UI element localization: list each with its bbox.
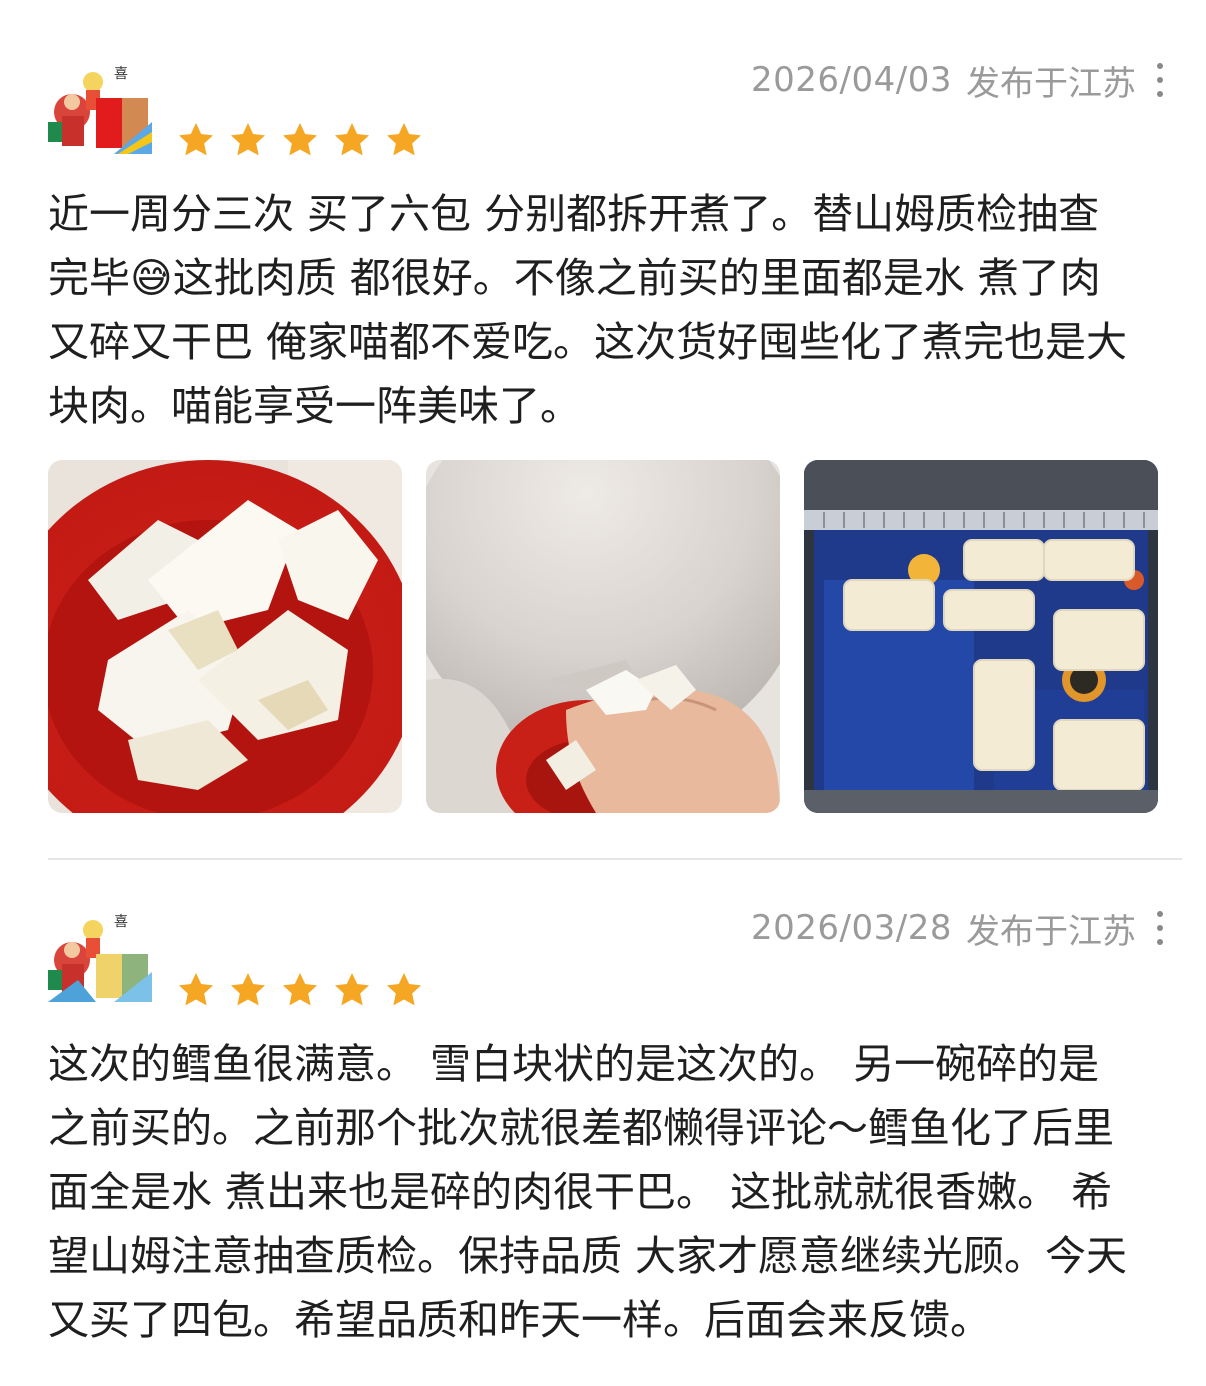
review-card: 喜 2026/04/03 发布于江苏 近一周分三次 买了六包 分别都拆开煮了。替… bbox=[0, 0, 1206, 860]
star-icon bbox=[387, 973, 421, 1006]
review-meta: 2026/03/28 发布于江苏 bbox=[751, 906, 1166, 952]
review-meta: 2026/04/03 发布于江苏 bbox=[751, 58, 1166, 104]
user-avatar[interactable]: 喜 bbox=[48, 62, 152, 154]
review-card: 喜 2026/03/28 发布于江苏 这次的鳕鱼很满意。 雪白块状的是这次的。 … bbox=[0, 860, 1206, 1386]
review-location: 发布于江苏 bbox=[966, 63, 1136, 104]
svg-text:喜: 喜 bbox=[114, 914, 128, 930]
star-icon bbox=[231, 123, 265, 156]
more-vertical-icon[interactable] bbox=[1154, 63, 1166, 97]
more-vertical-icon[interactable] bbox=[1154, 911, 1166, 945]
review-date: 2026/03/28 bbox=[751, 908, 952, 948]
star-icon bbox=[231, 973, 265, 1006]
star-icon bbox=[335, 973, 369, 1006]
star-icon bbox=[179, 123, 213, 156]
review-text: 这次的鳕鱼很满意。 雪白块状的是这次的。 另一碗碎的是之前买的。之前那个批次就很… bbox=[48, 1040, 1128, 1344]
review-photo-frozen-packs[interactable] bbox=[804, 460, 1158, 813]
star-icon bbox=[179, 973, 213, 1006]
review-photos bbox=[48, 460, 1158, 813]
star-icon bbox=[335, 123, 369, 156]
star-icon bbox=[387, 123, 421, 156]
svg-text:喜: 喜 bbox=[114, 66, 128, 82]
user-avatar[interactable]: 喜 bbox=[48, 910, 152, 1002]
star-icon bbox=[283, 973, 317, 1006]
star-icon bbox=[283, 123, 317, 156]
review-photo-cooked-cod[interactable] bbox=[48, 460, 402, 813]
review-date: 2026/04/03 bbox=[751, 60, 952, 100]
rating-stars bbox=[176, 120, 424, 160]
rating-stars bbox=[176, 970, 424, 1010]
review-text: 近一周分三次 买了六包 分别都拆开煮了。替山姆质检抽查完毕😅这批肉质 都很好。不… bbox=[48, 190, 1128, 430]
review-location: 发布于江苏 bbox=[966, 911, 1136, 952]
review-photo-cat-eating[interactable] bbox=[426, 460, 780, 813]
